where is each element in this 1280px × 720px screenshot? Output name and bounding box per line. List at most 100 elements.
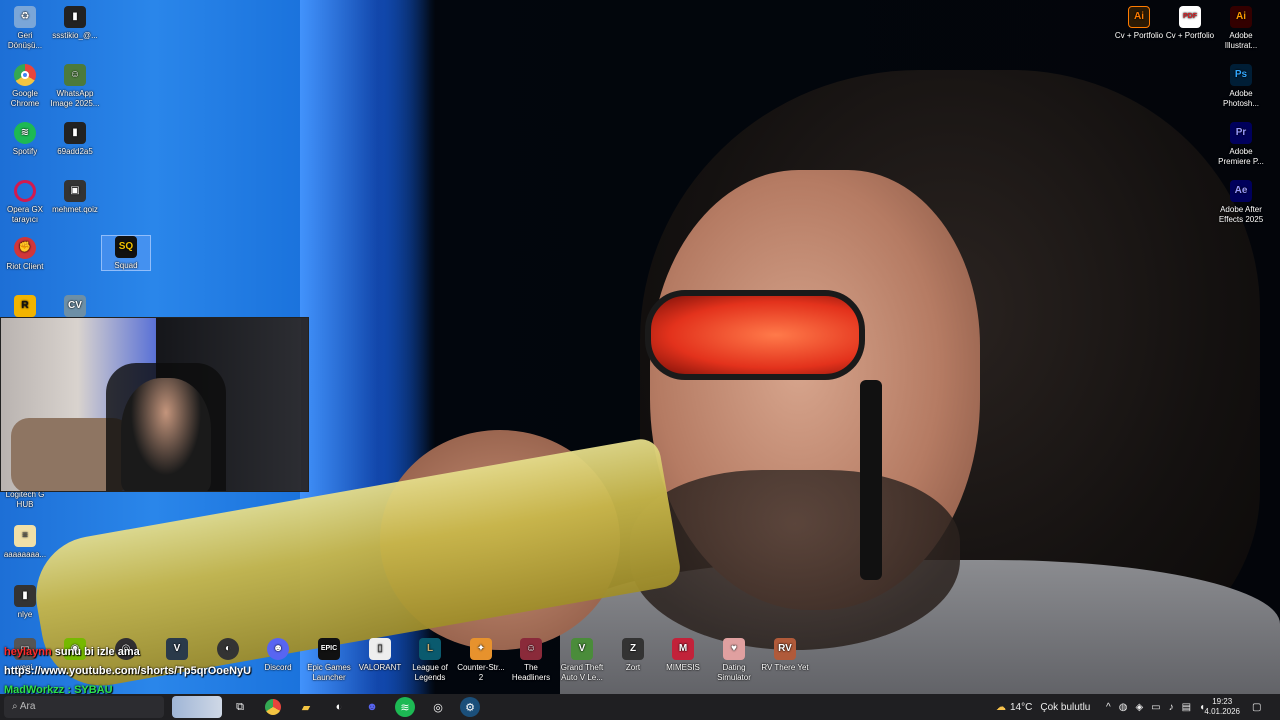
league-icon: L	[419, 638, 441, 660]
desktop-icon-logitech[interactable]: Logitech G HUB	[0, 490, 50, 510]
system-tray: ^ ◍ ◈ ▭ ♪ ▤ ◖	[1106, 694, 1205, 720]
video-file-icon: ▮	[64, 6, 86, 28]
desktop-icon-spotify[interactable]: ≋ Spotify	[0, 122, 50, 157]
desktop-icon-dating-sim[interactable]: ♥ Dating Simulator	[709, 638, 759, 683]
desktop-icon-recycle-bin[interactable]: ♻ Geri Dönüşü...	[0, 6, 50, 51]
counter-strike-icon: ✦	[470, 638, 492, 660]
opera-gx-icon	[14, 180, 36, 202]
riot-client-icon: ✊	[14, 237, 36, 259]
discord-icon: ☻	[366, 701, 378, 713]
chevron-up-icon[interactable]: ^	[1106, 702, 1111, 713]
taskbar-spotify[interactable]: ≋	[395, 697, 415, 717]
valorant-icon: ▯	[369, 638, 391, 660]
desktop-icon-squad[interactable]: SQ Squad	[101, 235, 151, 271]
desktop-icon-nlye[interactable]: ▮ nlye	[0, 585, 50, 620]
zort-icon: Z	[622, 638, 644, 660]
text-file-icon: ≡	[14, 525, 36, 547]
dating-sim-icon: ♥	[723, 638, 745, 660]
steam-icon: ⚙	[465, 701, 475, 714]
chat-message: heylaynn sunu bi izle ama	[4, 646, 140, 658]
gta-icon: V	[571, 638, 593, 660]
webcam-streamer	[121, 378, 211, 491]
video-file-icon: ▮	[14, 585, 36, 607]
desktop-icon-cs2[interactable]: ✦ Counter-Str... 2	[456, 638, 506, 683]
desktop-icon-adobe-after-effects[interactable]: Ae Adobe After Effects 2025	[1216, 180, 1266, 225]
desktop-icon-cv-portfolio-ai[interactable]: Ai Cv + Portfolio	[1114, 6, 1164, 41]
desktop-icon-riot-client[interactable]: ✊ Riot Client	[0, 237, 50, 272]
desktop-icon-rv-there-yet[interactable]: RV RV There Yet	[760, 638, 810, 673]
desktop-icon-gta5[interactable]: V Grand Theft Auto V Le...	[557, 638, 607, 683]
desktop-icon-mehmet-qoiz[interactable]: ▣ mehmet.qoiz	[50, 180, 100, 215]
taskbar-steam[interactable]: ⚙	[460, 697, 480, 717]
scene-glasses	[645, 290, 865, 380]
desktop-icon-text-file[interactable]: ≡ aaaaaaaa...	[0, 525, 50, 560]
pdf-file-icon: PDF	[1179, 6, 1201, 28]
rockstar-icon: R	[14, 295, 36, 317]
spotify-icon: ≋	[400, 701, 410, 714]
webcam-overlay	[0, 317, 309, 492]
scene-glasses-strap	[860, 380, 882, 580]
search-highlight-image[interactable]	[172, 696, 222, 718]
search-icon: ⌕	[12, 701, 20, 712]
video-file-icon: ▮	[64, 122, 86, 144]
taskbar-obs[interactable]: ◎	[428, 697, 448, 717]
defender-icon[interactable]: ◈	[1135, 702, 1143, 713]
rv-icon: RV	[774, 638, 796, 660]
scene-beard	[630, 470, 960, 650]
taskbar-chrome[interactable]	[263, 697, 283, 717]
obs-icon: ◎	[433, 701, 443, 714]
game-icon: ◐	[335, 701, 343, 713]
taskbar-game[interactable]: ◐	[329, 697, 349, 717]
desktop-icon-chrome[interactable]: Google Chrome	[0, 64, 50, 109]
network-icon[interactable]: ◍	[1119, 702, 1128, 713]
squad-icon: SQ	[115, 236, 137, 258]
cv-icon: CV	[64, 295, 86, 317]
taskbar-search-box[interactable]: ⌕ Ara	[4, 696, 164, 718]
search-placeholder: Ara	[19, 701, 36, 712]
taskbar-discord[interactable]: ☻	[362, 697, 382, 717]
discord-icon: ☻	[267, 638, 289, 660]
desktop-icon-opera-gx[interactable]: Opera GX tarayıcı	[0, 180, 50, 225]
epic-games-icon: EPIC	[318, 638, 340, 660]
desktop-icon-headliners[interactable]: ☺ The Headliners	[506, 638, 556, 683]
desktop-icon-adobe-illustrator[interactable]: Ai Adobe Illustrat...	[1216, 6, 1266, 51]
after-effects-icon: Ae	[1230, 180, 1252, 202]
taskbar-file-explorer[interactable]: ▰	[296, 697, 316, 717]
display-icon[interactable]: ▭	[1151, 702, 1160, 713]
desktop-icon-epic[interactable]: EPIC Epic Games Launcher	[304, 638, 354, 683]
desktop-icon-valorant[interactable]: ▯ VALORANT	[355, 638, 405, 673]
spotify-icon: ≋	[14, 122, 36, 144]
microphone-icon[interactable]: ♪	[1169, 702, 1174, 713]
desktop-icon-adobe-photoshop[interactable]: Ps Adobe Photosh...	[1216, 64, 1266, 109]
notification-icon[interactable]: ▢	[1252, 694, 1261, 720]
image-file-icon: ☺	[64, 64, 86, 86]
desktop-icon-lol[interactable]: L League of Legends	[405, 638, 455, 683]
headliners-icon: ☺	[520, 638, 542, 660]
chat-message: https://www.youtube.com/shorts/Tp5qrOoeN…	[4, 665, 252, 677]
illustrator-file-icon: Ai	[1128, 6, 1150, 28]
wifi-icon[interactable]: ▤	[1182, 702, 1191, 713]
taskbar-clock[interactable]: 19:23 4.01.2026	[1204, 697, 1240, 717]
premiere-icon: Pr	[1230, 122, 1252, 144]
cloud-icon: ☁	[996, 701, 1006, 713]
chrome-icon	[14, 64, 36, 86]
desktop-icon-ssstik[interactable]: ▮ ssstikio_@...	[50, 6, 100, 41]
desktop-icon-discord[interactable]: ☻ Discord	[253, 638, 303, 673]
desktop-icon-69add[interactable]: ▮ 69add2a5	[50, 122, 100, 157]
task-view-icon: ⧉	[236, 700, 244, 713]
desktop-icon-whatsapp-image[interactable]: ☺ WhatsApp Image 2025...	[50, 64, 100, 109]
image-file-icon: ▣	[64, 180, 86, 202]
weather-widget[interactable]: ☁ 14°C Çok bulutlu	[996, 694, 1090, 720]
recycle-bin-icon: ♻	[14, 6, 36, 28]
chrome-icon	[265, 699, 281, 715]
desktop-icon-mimesis[interactable]: M MIMESIS	[658, 638, 708, 673]
mimesis-icon: M	[672, 638, 694, 660]
photoshop-icon: Ps	[1230, 64, 1252, 86]
taskbar: ⌕ Ara ⧉ ▰ ◐ ☻ ≋ ◎ ⚙ ☁ 14°C Çok bulutlu ^…	[0, 694, 1280, 720]
illustrator-icon: Ai	[1230, 6, 1252, 28]
folder-icon: ▰	[301, 701, 311, 714]
desktop-icon-cv-portfolio-pdf[interactable]: PDF Cv + Portfolio	[1165, 6, 1215, 41]
desktop-icon-adobe-premiere[interactable]: Pr Adobe Premiere P...	[1216, 122, 1266, 167]
taskbar-task-view[interactable]: ⧉	[230, 697, 250, 717]
desktop-icon-zort[interactable]: Z Zort	[608, 638, 658, 673]
